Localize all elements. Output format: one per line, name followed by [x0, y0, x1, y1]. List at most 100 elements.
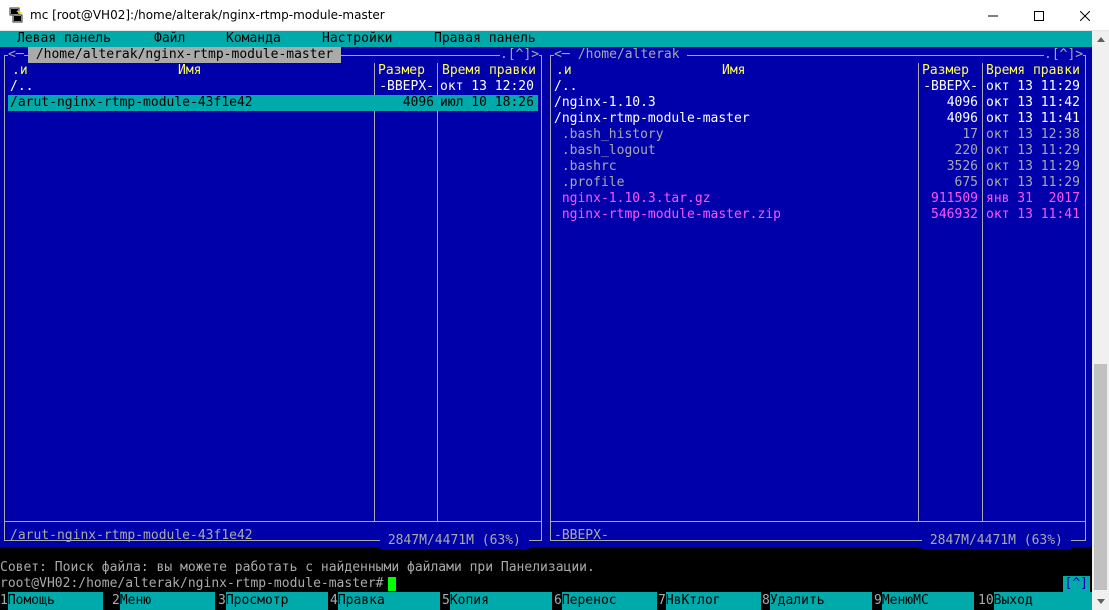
maximize-icon — [1034, 10, 1044, 21]
file-name: nginx-rtmp-module-master.zip — [554, 207, 781, 222]
left-panel-frame — [4, 55, 542, 541]
terminal[interactable]: Левая панель Файл Команда Настройки Прав… — [0, 31, 1092, 610]
right-mini-status: -ВВЕРХ- — [554, 528, 609, 543]
maximize-button[interactable] — [1016, 0, 1062, 31]
hint-line: Совет: Поиск файла: вы можете работать с… — [0, 560, 595, 575]
close-button[interactable] — [1062, 0, 1108, 31]
file-size: 4096 — [402, 95, 434, 110]
fkey-view[interactable]: 3Просмотр — [218, 592, 328, 610]
file-row[interactable]: /nginx-1.10.3 4096 окт 13 11:42 — [554, 95, 1084, 111]
file-size: 3526 — [946, 159, 978, 174]
file-name: .bash_logout — [554, 143, 656, 158]
file-name: /.. — [10, 79, 34, 94]
minimize-button[interactable] — [970, 0, 1016, 31]
file-row[interactable]: nginx-1.10.3.tar.gz 911509 янв 31 2017 — [554, 191, 1084, 207]
right-col-time[interactable]: Время правки — [986, 63, 1080, 79]
fkey-help[interactable]: 1Помощь — [0, 592, 103, 610]
file-time: окт 13 11:42 — [986, 95, 1080, 110]
file-time: окт 13 12:38 — [986, 127, 1080, 142]
file-row[interactable]: .bash_logout 220 окт 13 11:29 — [554, 143, 1084, 159]
terminal-scrollbar[interactable] — [1092, 31, 1109, 610]
file-name: /arut-nginx-rtmp-module-43f1e42 — [10, 95, 253, 110]
file-time: янв 31 2017 — [986, 191, 1080, 206]
left-mini-status: /arut-nginx-rtmp-module-43f1e42 — [10, 528, 253, 543]
menu-settings[interactable]: Настройки — [322, 31, 392, 47]
scroll-thumb[interactable] — [1094, 364, 1107, 590]
left-col-size[interactable]: Размер — [378, 63, 425, 79]
file-time: окт 13 11:29 — [986, 143, 1080, 158]
window-titlebar: mc [root@VH02]:/home/alterak/nginx-rtmp-… — [0, 0, 1109, 31]
file-row[interactable]: /.. -ВВЕРХ- окт 13 11:29 — [554, 79, 1084, 95]
cursor — [387, 576, 396, 591]
file-size: 4096 — [946, 111, 978, 126]
scroll-down-button[interactable] — [1092, 593, 1109, 610]
left-panel-corner-left[interactable]: <─ — [8, 47, 24, 63]
fkey-copy[interactable]: 5Копия — [442, 592, 552, 610]
panels-area: <─ /home/alterak/nginx-rtmp-module-maste… — [0, 47, 1092, 549]
file-name: /.. — [554, 79, 578, 94]
file-size: 675 — [954, 175, 978, 190]
file-time: окт 13 12:20 — [440, 79, 534, 94]
right-panel-path[interactable]: /home/alterak — [570, 47, 688, 63]
file-name: .bash_history — [554, 127, 664, 142]
file-size: 4096 — [946, 95, 978, 110]
left-col-time[interactable]: Время правки — [442, 63, 536, 79]
file-name: .bashrc — [554, 159, 617, 174]
file-name: /nginx-1.10.3 — [554, 95, 656, 110]
right-col-size[interactable]: Размер — [922, 63, 969, 79]
menu-left-panel[interactable]: Левая панель — [17, 31, 111, 47]
file-time: окт 13 11:29 — [986, 79, 1080, 94]
file-name: .profile — [554, 175, 625, 190]
chevron-up-icon — [1096, 37, 1105, 42]
right-mini-divider — [550, 521, 1086, 522]
left-col-divider-1 — [374, 63, 375, 521]
file-row[interactable]: nginx-rtmp-module-master.zip 546932 окт … — [554, 207, 1084, 223]
fkey-user-menu[interactable]: 9МенюMC — [874, 592, 974, 610]
left-panel-path[interactable]: /home/alterak/nginx-rtmp-module-master — [28, 47, 342, 63]
file-row[interactable]: .bash_history 17 окт 13 12:38 — [554, 127, 1084, 143]
file-row-selected[interactable]: /arut-nginx-rtmp-module-43f1e42 4096 июл… — [8, 95, 538, 111]
fkey-mkdir[interactable]: 7НвКтлог — [658, 592, 761, 610]
right-sort-indicator[interactable]: .и — [556, 63, 572, 79]
right-panel-corner-left[interactable]: <─ — [554, 47, 570, 63]
file-row[interactable]: /.. -ВВЕРХ- окт 13 12:20 — [8, 79, 538, 95]
function-key-bar: 1Помощь 2Меню 3Просмотр 4Правка 5Копия 6… — [0, 592, 1092, 610]
file-size: 911509 — [931, 191, 978, 206]
fkey-menu[interactable]: 2Меню — [112, 592, 215, 610]
left-col-name[interactable]: Имя — [178, 63, 201, 79]
shell-prompt: root@VH02:/home/alterak/nginx-rtmp-modul… — [0, 576, 384, 591]
file-size: 220 — [954, 143, 978, 158]
menu-file[interactable]: Файл — [154, 31, 185, 47]
fkey-quit[interactable]: 10Выход — [978, 592, 1092, 610]
scroll-up-button[interactable] — [1092, 31, 1109, 48]
right-col-name[interactable]: Имя — [722, 63, 745, 79]
file-time: окт 13 11:29 — [986, 159, 1080, 174]
file-row[interactable]: /nginx-rtmp-module-master 4096 окт 13 11… — [554, 111, 1084, 127]
left-panel-corner-right[interactable]: .[^]> — [500, 47, 540, 63]
menu-right-panel[interactable]: Правая панель — [434, 31, 536, 47]
fkey-delete[interactable]: 8Удалить — [762, 592, 872, 610]
left-sort-indicator[interactable]: .и — [12, 63, 28, 79]
left-panel[interactable]: <─ /home/alterak/nginx-rtmp-module-maste… — [0, 47, 546, 549]
putty-icon[interactable] — [8, 7, 24, 23]
mc-menubar: Левая панель Файл Команда Настройки Прав… — [0, 31, 1092, 47]
file-time: июл 10 18:26 — [440, 95, 534, 110]
file-row[interactable]: .profile 675 окт 13 11:29 — [554, 175, 1084, 191]
file-row[interactable]: .bashrc 3526 окт 13 11:29 — [554, 159, 1084, 175]
left-mini-divider — [4, 521, 542, 522]
minimize-icon — [988, 15, 998, 16]
command-history-button[interactable]: [^] — [1062, 576, 1090, 592]
fkey-move[interactable]: 6Перенос — [554, 592, 657, 610]
fkey-edit[interactable]: 4Правка — [330, 592, 440, 610]
right-panel-corner-right[interactable]: .[^]> — [1044, 47, 1084, 63]
menu-command[interactable]: Команда — [226, 31, 281, 47]
right-panel[interactable]: <─ /home/alterak .[^]> .и Имя Размер Вре… — [546, 47, 1092, 549]
file-time: окт 13 11:41 — [986, 111, 1080, 126]
left-col-divider-2 — [437, 63, 438, 521]
file-size: -ВВЕРХ- — [379, 79, 434, 94]
file-name: /nginx-rtmp-module-master — [554, 111, 750, 126]
command-line[interactable]: root@VH02:/home/alterak/nginx-rtmp-modul… — [0, 576, 1092, 592]
window-title: mc [root@VH02]:/home/alterak/nginx-rtmp-… — [30, 8, 385, 22]
chevron-down-icon — [1096, 599, 1105, 604]
close-icon — [1080, 10, 1090, 21]
